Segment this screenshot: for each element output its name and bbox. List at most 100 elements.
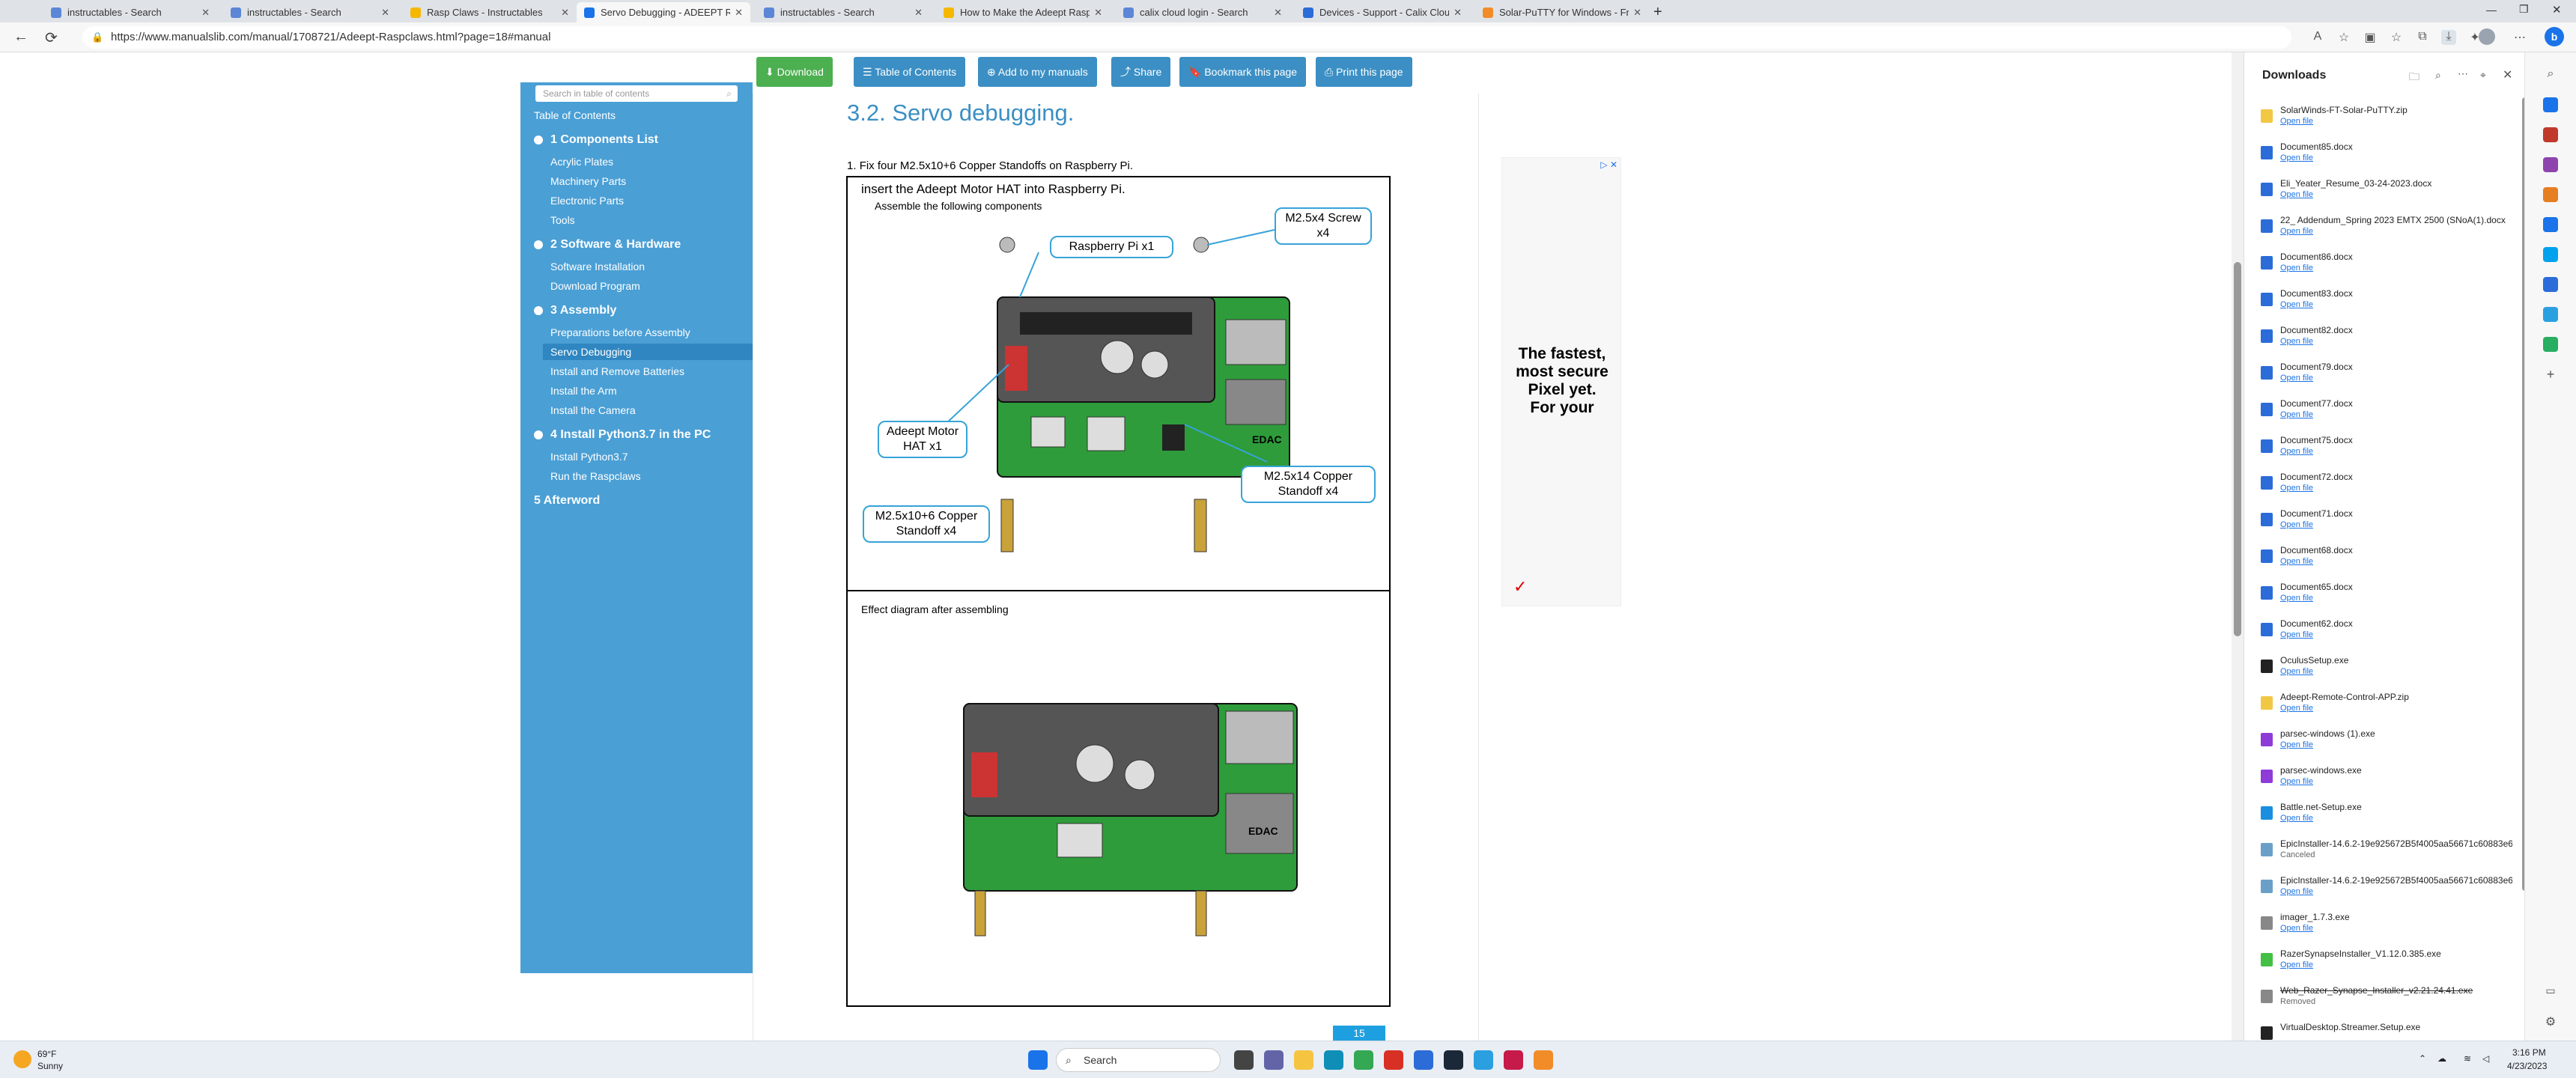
collections-icon[interactable]: ⧉	[2415, 30, 2430, 45]
close-tab-icon[interactable]: ✕	[1274, 7, 1282, 19]
download-item[interactable]: Document62.docx Open file	[2261, 618, 2515, 648]
download-status[interactable]: Open file	[2280, 630, 2313, 639]
toc-section[interactable]: 3 Assembly	[534, 304, 616, 317]
browser-tab[interactable]: How to Make the Adeept Rasp ✕	[936, 2, 1110, 22]
download-status[interactable]: Open file	[2280, 777, 2313, 786]
downloads-icon[interactable]: ⤓	[2441, 30, 2456, 45]
download-item[interactable]: imager_1.7.3.exe Open file	[2261, 912, 2515, 942]
search-icon[interactable]: ⌕	[2543, 67, 2558, 82]
download-item[interactable]: EpicInstaller-14.6.2-19e925672B5f4005aa5…	[2261, 875, 2515, 905]
download-item[interactable]: Document86.docx Open file	[2261, 252, 2515, 281]
wifi-icon[interactable]: ≋	[2464, 1053, 2471, 1064]
shopping-icon[interactable]	[2543, 97, 2558, 112]
close-tab-icon[interactable]: ✕	[561, 7, 569, 19]
download-status[interactable]: Open file	[2280, 374, 2313, 383]
download-item[interactable]: Document68.docx Open file	[2261, 545, 2515, 575]
download-status[interactable]: Open file	[2280, 520, 2313, 529]
toc-item[interactable]: Install Python3.7	[550, 451, 628, 463]
download-status[interactable]: Open file	[2280, 594, 2313, 603]
telegram-icon[interactable]	[2543, 307, 2558, 322]
close-tab-icon[interactable]: ✕	[201, 7, 210, 19]
download-status[interactable]: Open file	[2280, 704, 2313, 713]
file-explorer-icon[interactable]	[1294, 1050, 1313, 1070]
download-item[interactable]: SolarWinds-FT-Solar-PuTTY.zip Open file	[2261, 105, 2515, 135]
add-app-icon[interactable]: +	[2543, 367, 2558, 382]
share-button[interactable]: ⤴ Share	[1111, 57, 1171, 87]
toc-item[interactable]: Tools	[550, 214, 575, 226]
close-window-button[interactable]: ✕	[2552, 3, 2562, 16]
page-number-badge[interactable]: 15	[1333, 1026, 1385, 1041]
close-tab-icon[interactable]: ✕	[1633, 7, 1641, 19]
close-panel-icon[interactable]: ✕	[2503, 67, 2512, 82]
maximize-button[interactable]: ❐	[2519, 3, 2529, 16]
download-item[interactable]: Document75.docx Open file	[2261, 435, 2515, 465]
toc-item[interactable]: Servo Debugging	[543, 344, 753, 360]
read-aloud-icon[interactable]: A	[2310, 30, 2325, 45]
weather-sun-icon[interactable]	[13, 1050, 31, 1068]
browser-tab[interactable]: instructables - Search ✕	[43, 2, 217, 22]
sidebar-layout-icon[interactable]: ▭	[2543, 984, 2558, 999]
browser-tab[interactable]: Rasp Claws - Instructables ✕	[403, 2, 577, 22]
close-tab-icon[interactable]: ✕	[1094, 7, 1102, 19]
browser-tab[interactable]: calix cloud login - Search ✕	[1116, 2, 1289, 22]
office-icon[interactable]	[2543, 187, 2558, 202]
designer-icon[interactable]	[2543, 277, 2558, 292]
clock-time[interactable]: 3:16 PM	[2512, 1047, 2546, 1058]
skype-icon[interactable]	[2543, 247, 2558, 262]
download-item[interactable]: Document65.docx Open file	[2261, 582, 2515, 612]
download-status[interactable]: Open file	[2280, 887, 2313, 896]
tools-icon[interactable]	[2543, 127, 2558, 142]
new-tab-button[interactable]: +	[1653, 4, 1662, 21]
download-item[interactable]: Battle.net-Setup.exe Open file	[2261, 802, 2515, 832]
bing-icon[interactable]: b	[2545, 27, 2564, 46]
taskbar-search-input[interactable]: ⌕ Search	[1056, 1048, 1221, 1072]
download-status[interactable]: Open file	[2280, 190, 2313, 199]
download-status[interactable]: Open file	[2280, 814, 2313, 823]
download-status[interactable]: Open file	[2280, 924, 2313, 933]
close-tab-icon[interactable]: ✕	[735, 7, 743, 19]
download-button[interactable]: ⬇ Download	[756, 57, 833, 87]
download-item[interactable]: RazerSynapseInstaller_V1.12.0.385.exe Ope…	[2261, 948, 2515, 978]
split-screen-icon[interactable]: ▣	[2363, 30, 2378, 45]
download-item[interactable]: Document85.docx Open file	[2261, 141, 2515, 171]
download-item[interactable]: Document77.docx Open file	[2261, 398, 2515, 428]
more-options-icon[interactable]: ⋯	[2458, 67, 2468, 80]
download-item[interactable]: Web_Razer_Synapse_Installer_v2.21.24.41.…	[2261, 985, 2515, 1015]
download-status[interactable]: Open file	[2280, 484, 2313, 493]
download-item[interactable]: OculusSetup.exe Open file	[2261, 655, 2515, 685]
toc-search-input[interactable]: Search in table of contents ⌕	[535, 85, 738, 102]
chrome-icon[interactable]	[1354, 1050, 1373, 1070]
toc-item[interactable]: Install the Arm	[550, 385, 617, 397]
browser-tab[interactable]: instructables - Search ✕	[756, 2, 930, 22]
download-item[interactable]: Document82.docx Open file	[2261, 325, 2515, 355]
toc-item[interactable]: Install and Remove Batteries	[550, 365, 684, 377]
close-tab-icon[interactable]: ✕	[914, 7, 923, 19]
favorite-star-icon[interactable]: ☆	[2336, 30, 2351, 45]
edge-browser-icon[interactable]	[1324, 1050, 1343, 1070]
download-status[interactable]: Open file	[2280, 667, 2313, 676]
download-item[interactable]: Eli_Yeater_Resume_03-24-2023.docx Open fi…	[2261, 178, 2515, 208]
download-item[interactable]: Adeept-Remote-Control-APP.zip Open file	[2261, 692, 2515, 722]
print-page-button[interactable]: ⎙ Print this page	[1316, 57, 1412, 87]
download-item[interactable]: Document72.docx Open file	[2261, 472, 2515, 502]
favorites-icon[interactable]: ☆	[2389, 30, 2404, 45]
close-tab-icon[interactable]: ✕	[381, 7, 389, 19]
add-to-my-manuals-button[interactable]: ⊕ Add to my manuals	[978, 57, 1097, 87]
download-item[interactable]: parsec-windows.exe Open file	[2261, 765, 2515, 795]
settings-gear-icon[interactable]: ⚙	[2543, 1014, 2558, 1029]
download-status[interactable]: Open file	[2280, 740, 2313, 749]
download-item[interactable]: parsec-windows (1).exe Open file	[2261, 728, 2515, 758]
download-status[interactable]: Open file	[2280, 227, 2313, 236]
download-status[interactable]: Open file	[2280, 337, 2313, 346]
raspberry-pi-imager-icon[interactable]	[1504, 1050, 1523, 1070]
app-orange-icon[interactable]	[1534, 1050, 1553, 1070]
browser-tab[interactable]: instructables - Search ✕	[223, 2, 397, 22]
games-icon[interactable]	[2543, 157, 2558, 172]
outlook-icon[interactable]	[2543, 217, 2558, 232]
search-downloads-icon[interactable]: ⌕	[2435, 69, 2441, 82]
toc-item[interactable]: Software Installation	[550, 261, 645, 272]
download-status[interactable]: Open file	[2280, 447, 2313, 456]
toc-section[interactable]: 4 Install Python3.7 in the PC	[534, 428, 711, 442]
page-scrollbar-thumb[interactable]	[2234, 262, 2241, 636]
bookmark-page-button[interactable]: 🔖 Bookmark this page	[1179, 57, 1307, 87]
